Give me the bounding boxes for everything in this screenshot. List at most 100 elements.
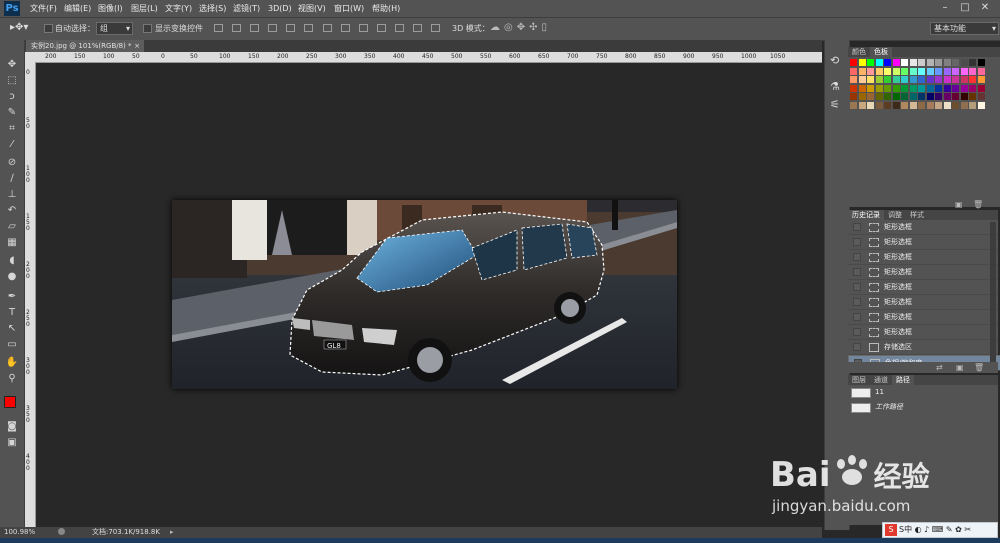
swatch[interactable]	[952, 76, 959, 83]
swatch[interactable]	[969, 76, 976, 83]
swatch[interactable]	[926, 67, 934, 75]
history-item[interactable]: 矩形选框	[848, 250, 998, 265]
history-snapshot-box[interactable]	[853, 268, 861, 276]
swatch[interactable]	[943, 67, 951, 75]
move-tool-icon[interactable]: ✥	[5, 58, 19, 72]
swatch[interactable]	[935, 93, 942, 100]
menu-view[interactable]: 视图(V)	[298, 0, 326, 17]
move-tool-preset-icon[interactable]: ▸✥▾	[10, 22, 28, 33]
dodge-tool-icon[interactable]: ●	[5, 270, 19, 284]
swatch[interactable]	[909, 76, 917, 83]
workspace-dropdown[interactable]: 基本功能 ▾	[930, 22, 999, 35]
swatch[interactable]	[926, 101, 934, 109]
swatch[interactable]	[935, 101, 942, 109]
new-swatch-icon[interactable]: ▣	[955, 200, 963, 209]
menu-image[interactable]: 图像(I)	[98, 0, 123, 17]
swatch[interactable]	[901, 76, 908, 83]
swatch[interactable]	[892, 67, 900, 75]
tab-paths[interactable]: 路径	[892, 375, 914, 385]
swatch[interactable]	[977, 59, 985, 66]
swatch[interactable]	[858, 93, 866, 100]
swatch[interactable]	[875, 93, 883, 100]
clone-stamp-tool-icon[interactable]: ⊥	[5, 188, 19, 202]
close-button[interactable]: ✕	[978, 1, 992, 15]
menu-window[interactable]: 窗口(W)	[334, 0, 364, 17]
distribute-bottom-icon[interactable]	[359, 24, 368, 32]
history-panel-icon[interactable]: ⟲	[830, 54, 839, 67]
eyedropper-tool-icon[interactable]: ⁄	[5, 138, 19, 152]
tab-channels[interactable]: 通道	[870, 375, 892, 385]
swatch[interactable]	[918, 101, 925, 109]
swatch[interactable]	[901, 101, 908, 109]
swatch[interactable]	[960, 67, 968, 75]
marquee-tool-icon[interactable]: ⬚	[5, 74, 19, 88]
pen-tool-icon[interactable]: ✒	[5, 290, 19, 304]
status-info-icon[interactable]	[58, 528, 65, 535]
swatch[interactable]	[926, 93, 934, 100]
history-snapshot-box[interactable]	[853, 253, 861, 261]
history-item[interactable]: 矩形选框	[848, 295, 998, 310]
swatch[interactable]	[960, 76, 968, 83]
tab-color[interactable]: 颜色	[848, 47, 870, 57]
swatch[interactable]	[909, 59, 917, 66]
swatch[interactable]	[960, 101, 968, 109]
swatch[interactable]	[926, 84, 934, 92]
swatch[interactable]	[952, 93, 959, 100]
tab-history[interactable]: 历史记录	[848, 210, 884, 220]
history-item[interactable]: 矩形选框	[848, 265, 998, 280]
swatch[interactable]	[901, 59, 908, 66]
type-tool-icon[interactable]: T	[5, 306, 19, 320]
distribute-left-icon[interactable]	[377, 24, 386, 32]
quick-mask-icon[interactable]: ◙	[5, 420, 19, 434]
swatch[interactable]	[884, 84, 891, 92]
swatch[interactable]	[867, 67, 874, 75]
menu-3d[interactable]: 3D(D)	[268, 0, 292, 17]
menu-layer[interactable]: 图层(L)	[131, 0, 158, 17]
swatch[interactable]	[858, 67, 866, 75]
swatch[interactable]	[952, 59, 959, 66]
swatch[interactable]	[943, 101, 951, 109]
tab-close-icon[interactable]: ×	[134, 40, 140, 52]
swatch[interactable]	[943, 93, 951, 100]
gradient-tool-icon[interactable]: ▦	[5, 236, 19, 250]
align-top-icon[interactable]	[214, 24, 223, 32]
swatch[interactable]	[875, 67, 883, 75]
swatch[interactable]	[909, 84, 917, 92]
swatch[interactable]	[875, 76, 883, 83]
menu-edit[interactable]: 编辑(E)	[64, 0, 91, 17]
document-tab[interactable]: 实例20.jpg @ 101%(RGB/8) * ×	[26, 40, 144, 52]
foreground-color-swatch[interactable]	[4, 396, 16, 408]
tab-styles[interactable]: 样式	[906, 210, 928, 220]
zoom-tool-icon[interactable]: ⚲	[5, 372, 19, 386]
history-snapshot-box[interactable]	[853, 238, 861, 246]
swatch[interactable]	[977, 84, 985, 92]
menu-help[interactable]: 帮助(H)	[372, 0, 400, 17]
swatch[interactable]	[858, 76, 866, 83]
history-snapshot-box[interactable]	[853, 223, 861, 231]
swatch[interactable]	[858, 101, 866, 109]
swatch[interactable]	[926, 59, 934, 66]
swatch[interactable]	[918, 76, 925, 83]
delete-swatch-icon[interactable]: 🗑	[973, 200, 983, 209]
path-item[interactable]: 工作路径	[848, 401, 998, 414]
eraser-tool-icon[interactable]: ▱	[5, 220, 19, 234]
lasso-tool-icon[interactable]: ↄ	[5, 90, 19, 104]
minimize-button[interactable]: –	[938, 1, 952, 15]
history-item[interactable]: 矩形选框	[848, 220, 998, 235]
swatch[interactable]	[977, 93, 985, 100]
swatch[interactable]	[850, 67, 857, 75]
auto-select-dropdown[interactable]: 组 ▾	[96, 22, 133, 35]
swatch[interactable]	[858, 84, 866, 92]
snapshot-camera-icon[interactable]: ▣	[956, 363, 964, 372]
document-image[interactable]: GL8	[172, 200, 677, 389]
properties-panel-icon[interactable]: ⚗	[830, 80, 840, 93]
swatch[interactable]	[969, 67, 976, 75]
history-item[interactable]: 矩形选框	[848, 280, 998, 295]
swatch[interactable]	[850, 93, 857, 100]
swatch[interactable]	[884, 93, 891, 100]
zoom-level[interactable]: 100.98%	[4, 527, 35, 538]
menu-filter[interactable]: 滤镜(T)	[233, 0, 260, 17]
swatch[interactable]	[850, 76, 857, 83]
distribute-top-icon[interactable]	[323, 24, 332, 32]
align-left-icon[interactable]	[268, 24, 277, 32]
